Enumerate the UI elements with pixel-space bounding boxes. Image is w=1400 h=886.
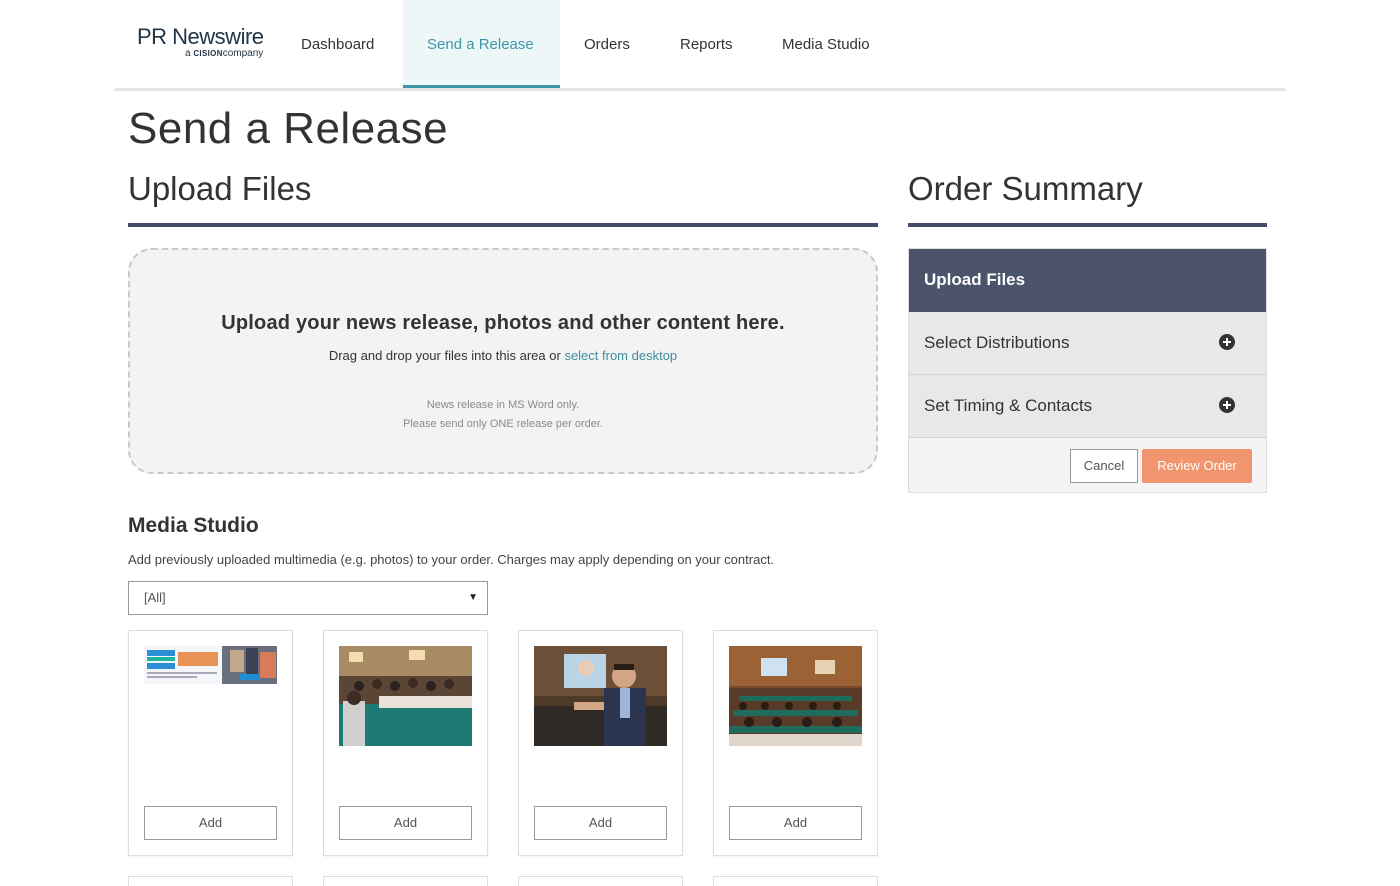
review-order-button[interactable]: Review Order <box>1142 449 1252 483</box>
top-header: PR Newswire a CISIONcompany Dashboard Se… <box>114 0 1286 91</box>
instruction-text: Drag and drop your files into this area … <box>328 348 561 363</box>
page-title: Send a Release <box>128 104 449 153</box>
tagline-suffix: company <box>222 48 264 59</box>
media-card: Add <box>128 630 293 856</box>
media-studio-description: Add previously uploaded multimedia (e.g.… <box>128 552 775 567</box>
brand-logo[interactable]: PR Newswire a CISIONcompany <box>137 26 277 66</box>
nav-reports[interactable]: Reports <box>656 0 757 88</box>
media-thumbnail[interactable] <box>339 646 472 746</box>
caret-down-icon: ▼ <box>468 592 478 603</box>
filter-value: [All] <box>144 590 166 605</box>
media-filter-select[interactable]: [All] ▼ <box>128 581 488 615</box>
media-card: Add <box>713 630 878 856</box>
file-dropzone[interactable]: Upload your news release, photos and oth… <box>128 248 878 474</box>
media-studio-heading: Media Studio <box>128 514 259 537</box>
banner-image <box>144 646 277 684</box>
dropzone-instruction: Drag and drop your files into this area … <box>130 348 876 363</box>
seminar-photo <box>339 646 472 746</box>
add-media-button[interactable]: Add <box>339 806 472 840</box>
order-summary-heading: Order Summary <box>908 170 1143 207</box>
upload-divider <box>128 223 878 227</box>
media-card: Add <box>323 630 488 856</box>
step-upload-files[interactable]: Upload Files <box>909 249 1266 312</box>
nav-media-studio[interactable]: Media Studio <box>758 0 894 88</box>
step-label: Select Distributions <box>924 333 1070 352</box>
plus-circle-icon[interactable] <box>1219 397 1235 413</box>
select-from-desktop-link[interactable]: select from desktop <box>564 348 677 363</box>
step-select-distributions[interactable]: Select Distributions <box>909 312 1266 375</box>
brand-name: PR Newswire <box>137 24 264 49</box>
order-summary-divider <box>908 223 1267 227</box>
tagline-brand: CISION <box>193 49 223 58</box>
media-card: Add <box>518 630 683 856</box>
add-media-button[interactable]: Add <box>729 806 862 840</box>
dropzone-heading: Upload your news release, photos and oth… <box>221 312 785 334</box>
cancel-button[interactable]: Cancel <box>1070 449 1138 483</box>
media-thumbnail[interactable] <box>144 646 277 684</box>
dropzone-note-format: News release in MS Word only. <box>426 399 580 411</box>
nav-orders[interactable]: Orders <box>560 0 654 88</box>
upload-files-heading: Upload Files <box>128 170 312 207</box>
tagline-prefix: a <box>185 48 191 59</box>
step-label: Set Timing & Contacts <box>924 396 1093 415</box>
order-summary-panel: Upload Files Select Distributions Set Ti… <box>908 248 1267 493</box>
nav-dashboard[interactable]: Dashboard <box>277 0 398 88</box>
plus-circle-icon[interactable] <box>1219 334 1235 350</box>
add-media-button[interactable]: Add <box>534 806 667 840</box>
nav-send-a-release[interactable]: Send a Release <box>403 0 560 88</box>
media-thumbnail[interactable] <box>729 646 862 746</box>
media-thumbnail[interactable] <box>534 646 667 746</box>
conference-hall-photo <box>729 646 862 746</box>
add-media-button[interactable]: Add <box>144 806 277 840</box>
step-set-timing-contacts[interactable]: Set Timing & Contacts <box>909 375 1266 438</box>
brand-tagline: a CISIONcompany <box>185 48 263 59</box>
speaker-photo <box>534 646 667 746</box>
dropzone-note-limit: Please send only ONE release per order. <box>403 418 603 430</box>
